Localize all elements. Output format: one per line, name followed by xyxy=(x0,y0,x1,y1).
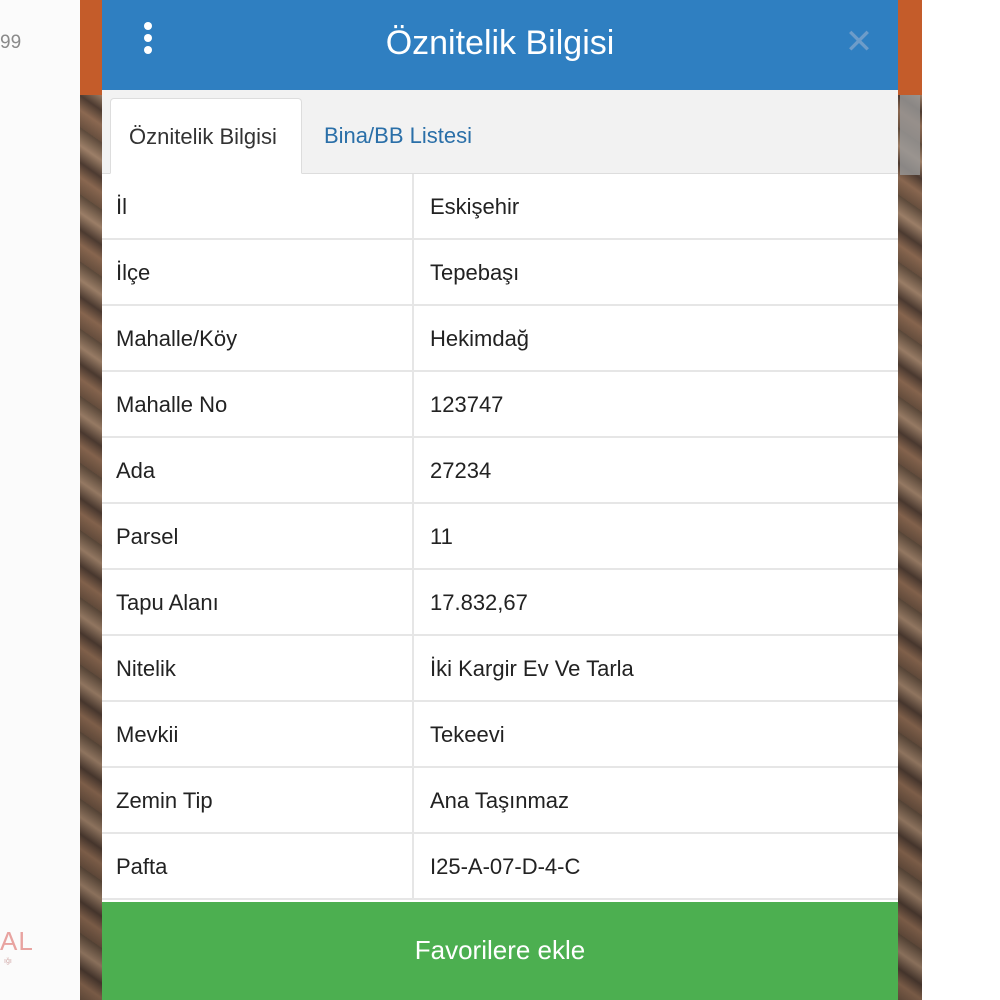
attribute-info-modal: Öznitelik Bilgisi ✕ Öznitelik Bilgisi Bi… xyxy=(102,0,898,1000)
kebab-menu-icon[interactable] xyxy=(138,22,158,62)
row-value: Tekeevi xyxy=(430,722,505,747)
map-scrollbar[interactable] xyxy=(900,95,920,175)
row-label: Nitelik xyxy=(102,636,414,700)
map-background-left[interactable] xyxy=(80,0,102,1000)
right-margin xyxy=(922,0,1000,1000)
row-label: Mahalle/Köy xyxy=(102,306,414,370)
row-label: Mahalle No xyxy=(102,372,414,436)
background-page: 99 AL ığı xyxy=(0,0,80,1000)
table-row: Nitelik İki Kargir Ev Ve Tarla xyxy=(102,636,898,702)
tab-attribute-info[interactable]: Öznitelik Bilgisi xyxy=(110,98,302,174)
row-label: Tapu Alanı xyxy=(102,570,414,634)
table-row: Zemin Tip Ana Taşınmaz xyxy=(102,768,898,834)
row-label: Ada xyxy=(102,438,414,502)
modal-header: Öznitelik Bilgisi ✕ xyxy=(102,0,898,90)
map-header-right xyxy=(898,0,922,95)
table-row: Pafta I25-A-07-D-4-C xyxy=(102,834,898,900)
background-number: 99 xyxy=(0,32,22,53)
table-row: İl Eskişehir xyxy=(102,174,898,240)
row-label: Parsel xyxy=(102,504,414,568)
close-icon[interactable]: ✕ xyxy=(844,22,874,62)
modal-title: Öznitelik Bilgisi xyxy=(385,24,615,62)
table-row: Tapu Alanı 17.832,67 xyxy=(102,570,898,636)
tab-bar: Öznitelik Bilgisi Bina/BB Listesi xyxy=(102,90,898,174)
background-logo: AL xyxy=(0,926,34,956)
add-to-favorites-button[interactable]: Favorilere ekle xyxy=(102,902,898,1000)
table-row: Mahalle/Köy Hekimdağ xyxy=(102,306,898,372)
row-value: Tepebaşı xyxy=(430,260,520,285)
row-label: Mevkii xyxy=(102,702,414,766)
row-value: 11 xyxy=(430,524,453,549)
row-value: İki Kargir Ev Ve Tarla xyxy=(430,656,634,681)
tab-building-list[interactable]: Bina/BB Listesi xyxy=(306,98,490,174)
table-row: Mevkii Tekeevi xyxy=(102,702,898,768)
row-value: 17.832,67 xyxy=(430,590,528,615)
table-row: Parsel 11 xyxy=(102,504,898,570)
row-value: Hekimdağ xyxy=(430,326,530,351)
map-header-left xyxy=(80,0,102,95)
table-row: Ada 27234 xyxy=(102,438,898,504)
row-label: İl xyxy=(102,174,414,238)
table-row: İlçe Tepebaşı xyxy=(102,240,898,306)
row-value: Ana Taşınmaz xyxy=(430,788,570,813)
table-row: Mahalle No 123747 xyxy=(102,372,898,438)
row-value: I25-A-07-D-4-C xyxy=(430,854,581,879)
background-logo-subtext: ığı xyxy=(4,958,12,965)
row-label: Zemin Tip xyxy=(102,768,414,832)
row-label: Pafta xyxy=(102,834,414,898)
row-value: 27234 xyxy=(430,458,492,483)
row-value: Eskişehir xyxy=(430,194,520,219)
row-value: 123747 xyxy=(430,392,504,417)
row-label: İlçe xyxy=(102,240,414,304)
attribute-table: İl Eskişehir İlçe Tepebaşı Mahalle/Köy H… xyxy=(102,174,898,900)
